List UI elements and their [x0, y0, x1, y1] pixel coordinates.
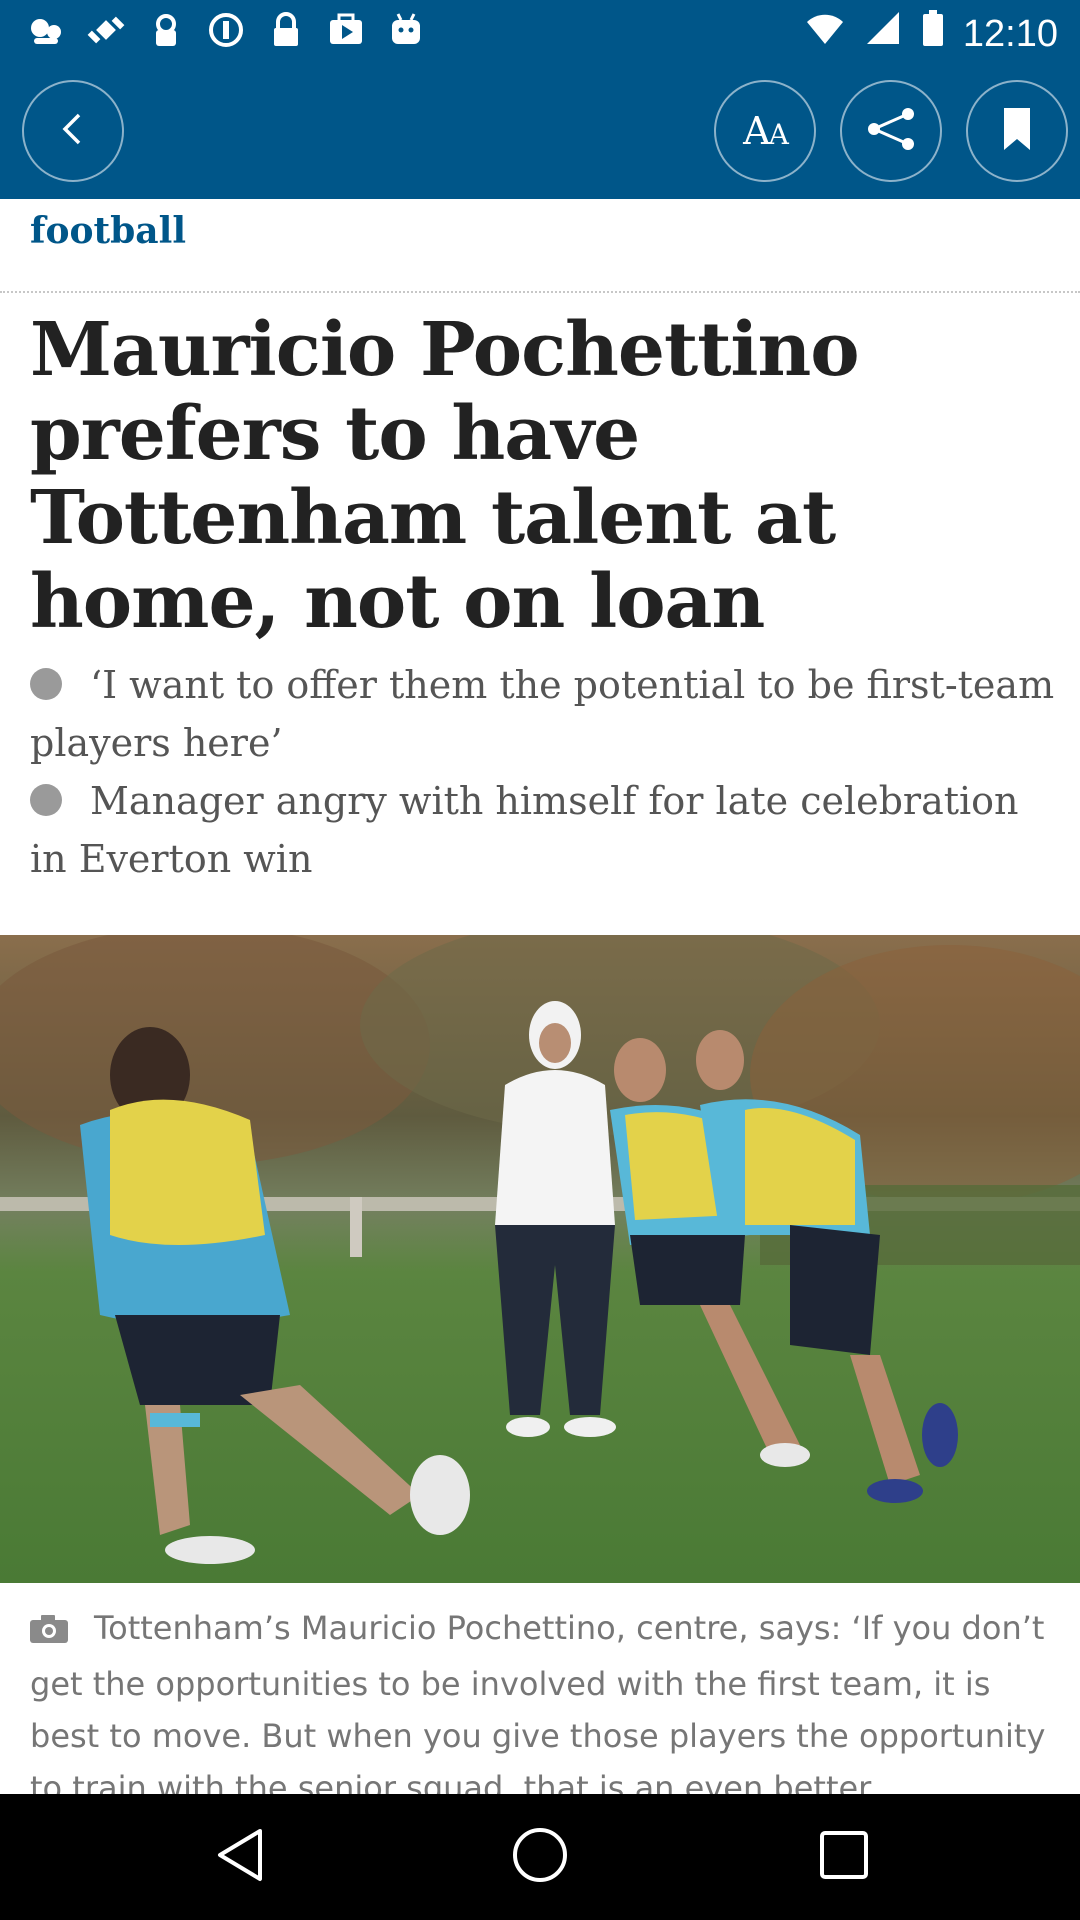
- nav-home-button[interactable]: [510, 1827, 570, 1887]
- fake-gps-icon: [86, 10, 126, 50]
- article-main-image[interactable]: [0, 935, 1080, 1583]
- training-photo-illustration: [0, 935, 1080, 1583]
- section-label[interactable]: football: [30, 210, 186, 252]
- square-recents-icon: [818, 1829, 870, 1885]
- text-size-icon: AA: [743, 109, 789, 153]
- signal-icon: [863, 8, 903, 60]
- battery-icon: [921, 8, 945, 60]
- assistant-icon: [26, 10, 66, 50]
- status-system-icons: 12:10: [805, 8, 1058, 60]
- share-button[interactable]: [840, 80, 942, 182]
- back-button[interactable]: [22, 80, 124, 182]
- save-button[interactable]: [966, 80, 1068, 182]
- system-navigation-bar: [0, 1794, 1080, 1920]
- wifi-icon: [805, 8, 845, 60]
- bullet-dot-icon: [30, 668, 62, 700]
- status-time: 12:10: [962, 13, 1058, 55]
- article-standfirst: ‘I want to offer them the potential to b…: [30, 656, 1055, 888]
- status-notification-icons: [26, 10, 426, 50]
- bookmark-icon: [1002, 106, 1032, 156]
- app-toolbar: AA: [0, 66, 1080, 199]
- standfirst-bullet: ‘I want to offer them the potential to b…: [30, 663, 1055, 765]
- triangle-back-icon: [214, 1827, 266, 1887]
- nav-back-button[interactable]: [210, 1827, 270, 1887]
- chevron-left-icon: [53, 109, 93, 153]
- nav-recents-button[interactable]: [814, 1827, 874, 1887]
- section-divider: [0, 291, 1080, 293]
- play-store-icon: [326, 10, 366, 50]
- bullet-dot-icon: [30, 784, 62, 816]
- android-icon: [386, 10, 426, 50]
- article-headline: Mauricio Pochettino prefers to have Tott…: [30, 307, 860, 645]
- circle-home-icon: [510, 1825, 570, 1889]
- text-size-button[interactable]: AA: [714, 80, 816, 182]
- caption-text: Tottenham’s Mauricio Pochettino, centre,…: [30, 1609, 1046, 1794]
- standfirst-bullet: Manager angry with himself for late cele…: [30, 779, 1019, 881]
- key-lock-icon: [146, 10, 186, 50]
- sync-icon: [206, 10, 246, 50]
- share-icon: [864, 106, 918, 156]
- status-bar: 12:10: [0, 0, 1080, 66]
- lock-icon: [266, 10, 306, 50]
- image-caption: Tottenham’s Mauricio Pochettino, centre,…: [30, 1602, 1060, 1794]
- camera-icon: [30, 1606, 68, 1658]
